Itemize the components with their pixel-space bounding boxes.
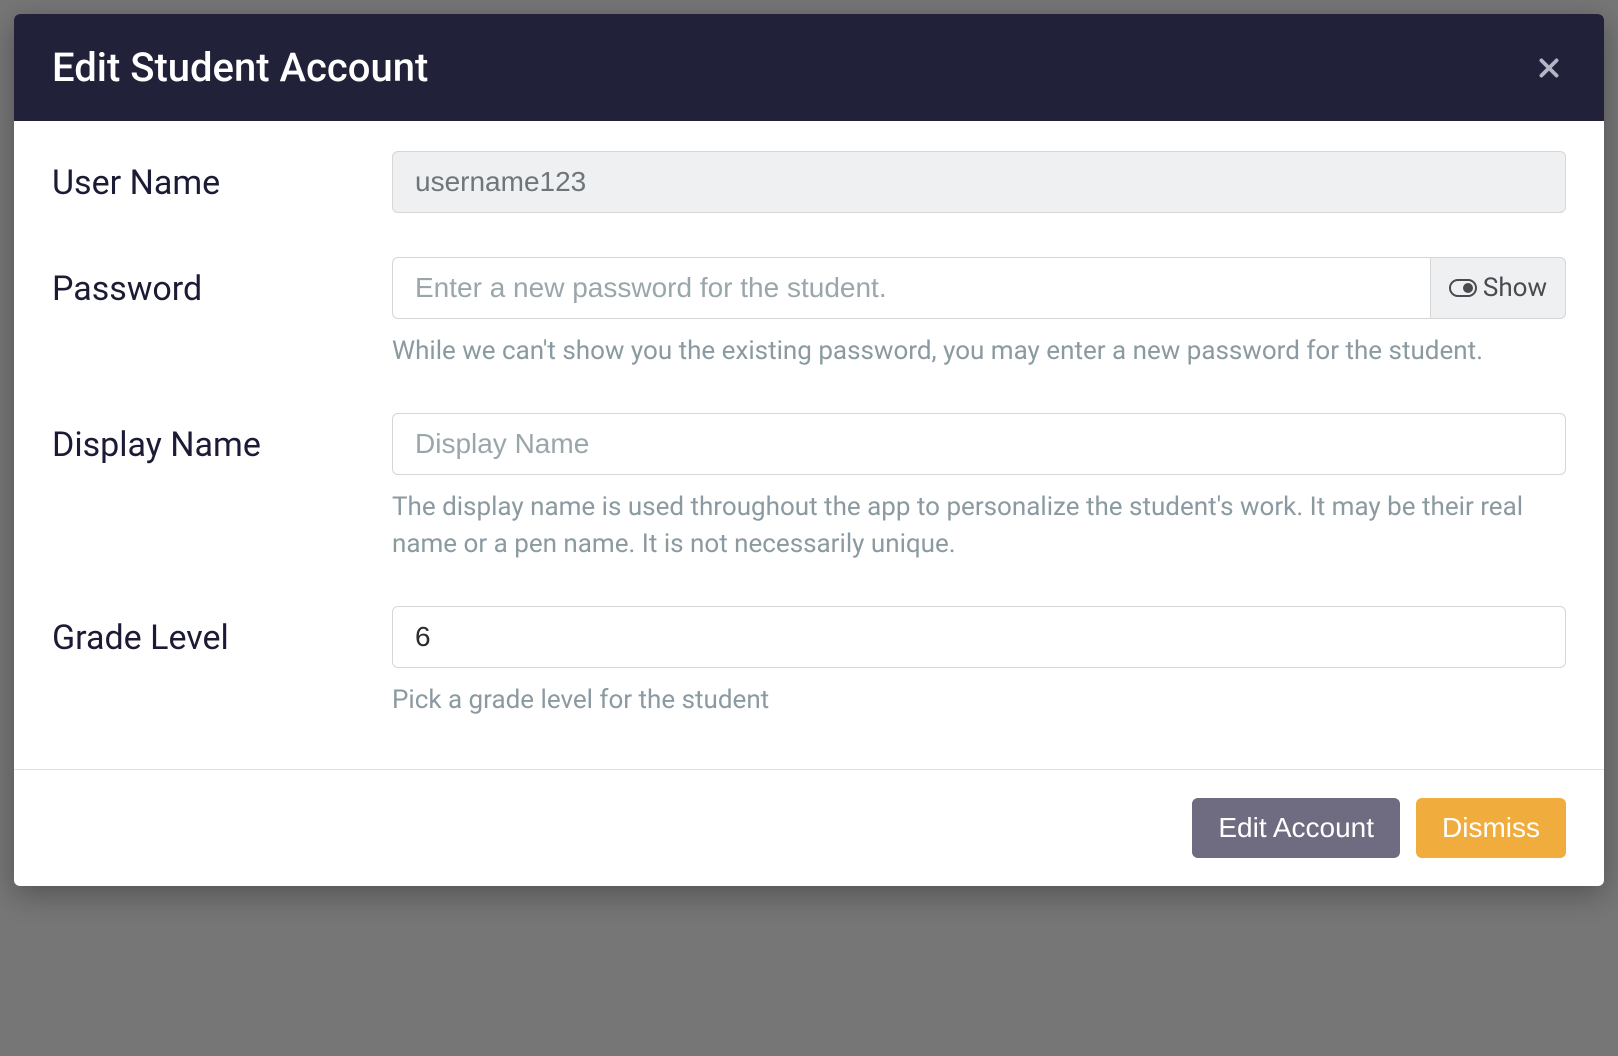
display-name-input[interactable] xyxy=(392,413,1566,475)
close-icon xyxy=(1536,55,1562,81)
show-password-label: Show xyxy=(1483,273,1547,303)
toggle-icon xyxy=(1449,279,1477,297)
modal-header: Edit Student Account xyxy=(14,14,1604,121)
password-input-group: Show xyxy=(392,257,1566,319)
edit-student-account-modal: Edit Student Account User Name Password xyxy=(14,14,1604,886)
username-row: User Name xyxy=(52,151,1566,213)
grade-level-help-text: Pick a grade level for the student xyxy=(392,682,1566,718)
grade-level-label: Grade Level xyxy=(52,606,392,658)
modal-body: User Name Password Show While we can't s… xyxy=(14,121,1604,769)
password-label: Password xyxy=(52,257,392,309)
modal-title: Edit Student Account xyxy=(52,44,428,91)
show-password-toggle[interactable]: Show xyxy=(1430,257,1566,319)
password-field-content: Show While we can't show you the existin… xyxy=(392,257,1566,369)
edit-account-button[interactable]: Edit Account xyxy=(1192,798,1400,858)
display-name-help-text: The display name is used throughout the … xyxy=(392,489,1566,562)
password-row: Password Show While we can't show you th… xyxy=(52,257,1566,369)
dismiss-button[interactable]: Dismiss xyxy=(1416,798,1566,858)
display-name-row: Display Name The display name is used th… xyxy=(52,413,1566,562)
grade-level-field-content: Pick a grade level for the student xyxy=(392,606,1566,718)
grade-level-row: Grade Level Pick a grade level for the s… xyxy=(52,606,1566,718)
display-name-field-content: The display name is used throughout the … xyxy=(392,413,1566,562)
username-field-content xyxy=(392,151,1566,213)
username-label: User Name xyxy=(52,151,392,203)
username-input xyxy=(392,151,1566,213)
display-name-label: Display Name xyxy=(52,413,392,465)
close-button[interactable] xyxy=(1532,51,1566,85)
password-input[interactable] xyxy=(392,257,1430,319)
grade-level-input[interactable] xyxy=(392,606,1566,668)
password-help-text: While we can't show you the existing pas… xyxy=(392,333,1566,369)
modal-footer: Edit Account Dismiss xyxy=(14,769,1604,886)
